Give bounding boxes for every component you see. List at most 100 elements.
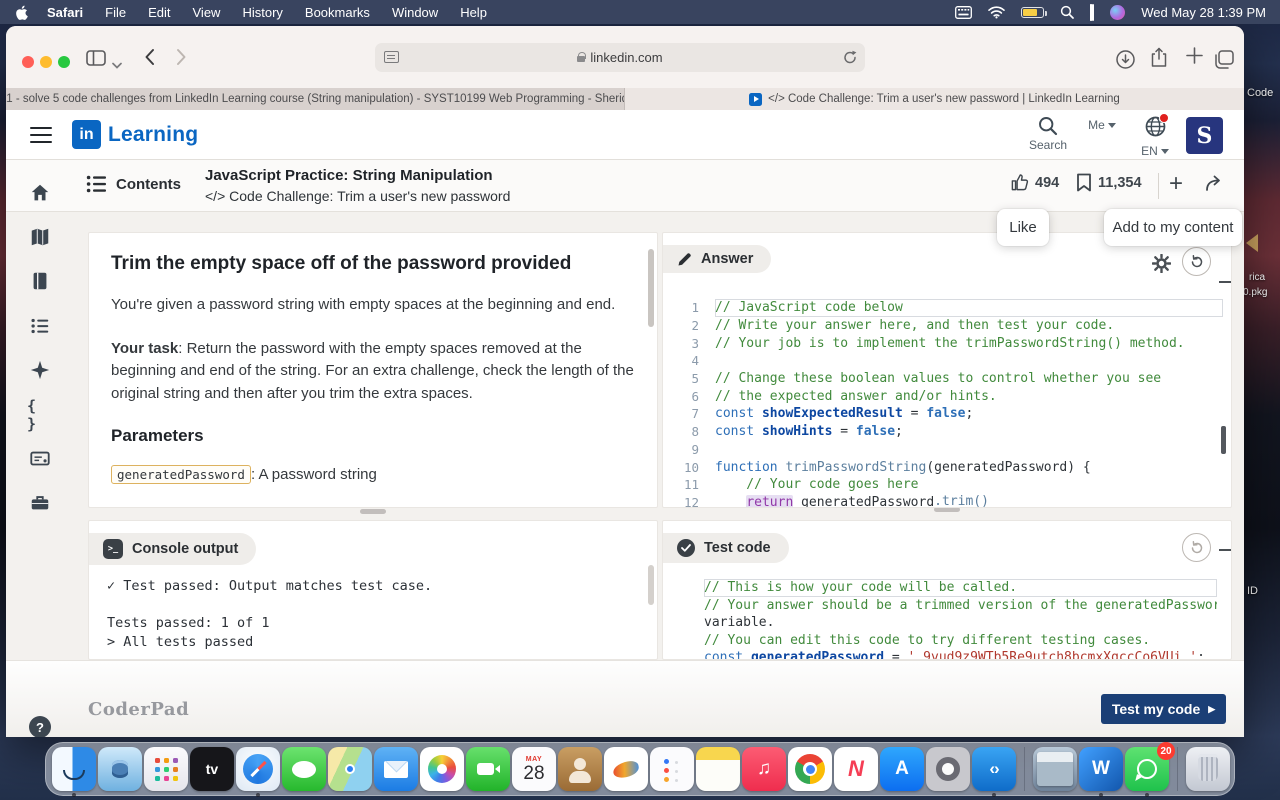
code-line[interactable]: 5// Change these boolean values to contr… (663, 370, 1231, 388)
code-line[interactable]: 4 (663, 352, 1231, 370)
siri-icon[interactable] (1110, 5, 1125, 20)
maps-dock-icon[interactable] (328, 747, 372, 791)
code-line[interactable]: variable. (704, 614, 1225, 632)
app-store-dock-icon[interactable]: A (880, 747, 924, 791)
url-text[interactable]: linkedin.com (590, 50, 662, 65)
tab-d2l-assignment[interactable]: D2L A1 - solve 5 code challenges from Li… (6, 88, 625, 110)
me-menu[interactable]: Me (1078, 116, 1126, 132)
language-menu[interactable]: EN (1132, 116, 1178, 158)
downloads-icon[interactable] (1116, 50, 1135, 74)
close-window-button[interactable] (22, 56, 34, 68)
like-button[interactable]: 494 (1010, 173, 1059, 192)
keyboard-icon[interactable] (955, 6, 972, 19)
code-line[interactable]: 6// the expected answer and/or hints. (663, 387, 1231, 405)
panel-resize-handle[interactable] (360, 509, 386, 514)
reload-icon[interactable] (843, 50, 857, 68)
facetime-dock-icon[interactable] (466, 747, 510, 791)
page-format-icon[interactable] (384, 51, 399, 63)
forward-button[interactable] (176, 48, 187, 71)
contacts-dock-icon[interactable] (558, 747, 602, 791)
sidebar-briefcase-icon[interactable] (27, 490, 53, 516)
mail-dock-icon[interactable] (374, 747, 418, 791)
sidebar-help-icon[interactable]: ? (27, 714, 53, 737)
minimize-window-button[interactable] (40, 56, 52, 68)
sidebar-toggle-icon[interactable] (86, 50, 106, 71)
code-line[interactable]: 1// JavaScript code below (663, 299, 1231, 317)
search-button[interactable]: Search (1022, 116, 1074, 152)
reminders-dock-icon[interactable] (650, 747, 694, 791)
spotlight-icon[interactable] (1060, 5, 1074, 19)
monitoring-dock-icon[interactable] (98, 747, 142, 791)
menu-item-safari[interactable]: Safari (47, 5, 83, 20)
code-line[interactable]: 10function trimPasswordString(generatedP… (663, 458, 1231, 476)
tab-overview-icon[interactable] (1214, 50, 1234, 74)
news-dock-icon[interactable]: N (834, 747, 878, 791)
menu-item-view[interactable]: View (193, 5, 221, 20)
launchpad-dock-icon[interactable] (144, 747, 188, 791)
tab-linkedin-learning[interactable]: </> Code Challenge: Trim a user's new pa… (625, 88, 1244, 110)
apple-tv-dock-icon[interactable]: tv (190, 747, 234, 791)
wifi-icon[interactable] (988, 6, 1005, 19)
word-dock-icon[interactable]: W (1079, 747, 1123, 791)
code-line[interactable]: 12 return generatedPassword.trim() (663, 494, 1231, 508)
new-tab-icon[interactable] (1186, 47, 1203, 69)
menu-item-window[interactable]: Window (392, 5, 438, 20)
editor-settings-gear-icon[interactable] (1152, 254, 1171, 278)
minimize-panel-icon[interactable] (1219, 281, 1231, 283)
code-line[interactable]: // This is how your code will be called. (704, 579, 1225, 597)
notes-dock-icon[interactable] (696, 747, 740, 791)
minimize-panel-icon[interactable] (1219, 549, 1231, 551)
code-line[interactable]: 11 // Your code goes here (663, 476, 1231, 494)
messages-dock-icon[interactable] (282, 747, 326, 791)
address-bar[interactable]: linkedin.com (375, 43, 865, 72)
trash-dock-icon[interactable] (1186, 747, 1230, 791)
scrollbar-thumb[interactable] (648, 249, 654, 327)
sidebar-contents-list-icon[interactable] (27, 313, 53, 339)
hamburger-menu-icon[interactable] (30, 127, 52, 143)
code-line[interactable]: 7const showExpectedResult = false; (663, 405, 1231, 423)
test-code-editor[interactable]: // This is how your code will be called.… (704, 579, 1225, 660)
window-thumb-dock-icon[interactable] (1033, 747, 1077, 791)
answer-code-editor[interactable]: 1// JavaScript code below2// Write your … (663, 299, 1231, 508)
bookmark-button[interactable]: 11,354 (1076, 173, 1142, 192)
code-line[interactable]: // You can edit this code to try differe… (704, 632, 1225, 650)
sidebar-home-icon[interactable] (27, 180, 53, 206)
sheridan-logo[interactable]: S (1186, 117, 1223, 154)
console-output-tab[interactable]: >_ Console output (89, 533, 256, 565)
sidebar-chevron-icon[interactable] (112, 56, 122, 74)
apple-menu-icon[interactable] (16, 5, 29, 20)
contents-toggle-button[interactable]: Contents (86, 174, 181, 194)
menu-item-file[interactable]: File (105, 5, 126, 20)
back-button[interactable] (144, 48, 155, 71)
menu-item-edit[interactable]: Edit (148, 5, 170, 20)
battery-icon[interactable] (1021, 7, 1044, 18)
scrollbar-thumb[interactable] (648, 565, 654, 605)
share-icon[interactable] (1151, 47, 1167, 73)
reset-test-code-button[interactable] (1182, 533, 1211, 562)
answer-tab[interactable]: Answer (663, 245, 771, 273)
code-line[interactable]: 2// Write your answer here, and then tes… (663, 317, 1231, 335)
vscode-dock-icon[interactable]: ‹› (972, 747, 1016, 791)
code-line[interactable]: const generatedPassword = ' 9vud9z9WTb5R… (704, 649, 1225, 660)
sidebar-library-icon[interactable] (27, 268, 53, 294)
safari-dock-icon[interactable] (236, 747, 280, 791)
test-my-code-button[interactable]: Test my code▶ (1101, 694, 1226, 724)
music-dock-icon[interactable]: ♫ (742, 747, 786, 791)
chrome-dock-icon[interactable] (788, 747, 832, 791)
control-center-icon[interactable] (1090, 5, 1094, 20)
add-to-content-button[interactable]: + (1169, 170, 1183, 198)
photos-dock-icon[interactable] (420, 747, 464, 791)
sidebar-certificate-icon[interactable] (27, 446, 53, 472)
sidebar-code-braces-icon[interactable]: { } (27, 402, 53, 428)
code-line[interactable]: 9 (663, 441, 1231, 459)
whatsapp-dock-icon[interactable]: 20 (1125, 747, 1169, 791)
code-line[interactable]: 8const showHints = false; (663, 423, 1231, 441)
sidebar-ai-sparkle-icon[interactable] (27, 357, 53, 383)
freeform-dock-icon[interactable] (604, 747, 648, 791)
test-code-tab[interactable]: Test code (663, 533, 789, 563)
editor-scrollbar-thumb[interactable] (1221, 426, 1226, 454)
settings-dock-icon[interactable] (926, 747, 970, 791)
share-course-button[interactable] (1204, 173, 1226, 193)
menu-item-history[interactable]: History (242, 5, 282, 20)
finder-dock-icon[interactable] (52, 747, 96, 791)
